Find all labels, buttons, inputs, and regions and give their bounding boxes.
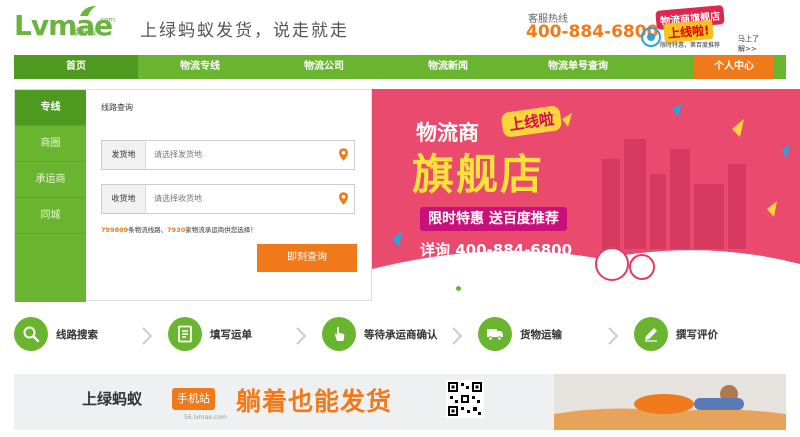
site-header: Lvmae .com 绿蚂蚁 上绿蚂蚁发货，说走就走 客服热线 400-884-… xyxy=(0,0,800,55)
tab-same-city[interactable]: 同城 xyxy=(15,198,86,234)
banner-phone: 详询 400-884-6800 xyxy=(420,241,573,259)
promo-banner[interactable]: 物流商 上线啦 旗舰店 限时特惠 送百度推荐 详询 400-884-6800 xyxy=(372,89,800,301)
origin-input[interactable] xyxy=(154,141,334,169)
promo-subtitle: 限时特惠，第百度推荐 xyxy=(660,42,721,49)
chevron-right-icon xyxy=(296,327,306,345)
step-circle xyxy=(322,317,356,351)
mobile-site-url: 56.lvmae.com xyxy=(184,414,227,421)
banner-person-photo xyxy=(554,374,786,430)
qr-code-icon[interactable] xyxy=(446,380,484,418)
nav-item-logistics-lines[interactable]: 物流专线 xyxy=(138,55,262,79)
mobile-banner-brand: 上绿蚂蚁 xyxy=(82,390,143,408)
carrier-count-text: 家物流承运商供您选择！ xyxy=(185,226,257,234)
location-pin-icon[interactable] xyxy=(339,148,348,161)
origin-label: 发货地 xyxy=(102,141,146,169)
nav-item-logistics-news[interactable]: 物流新闻 xyxy=(386,55,510,79)
search-icon xyxy=(23,326,40,343)
destination-label: 收货地 xyxy=(102,185,146,213)
chevron-right-icon xyxy=(608,327,618,345)
banner-headline: 旗舰店 xyxy=(412,150,545,199)
search-type-tabs: 专线 商圈 承运商 同城 xyxy=(15,90,86,302)
main-nav: 首页 物流专线 物流公司 物流新闻 物流单号查询 个人中心 xyxy=(14,55,786,79)
step-label: 撰写评价 xyxy=(676,329,718,341)
step-circle xyxy=(168,317,202,351)
tab-dedicated-line[interactable]: 专线 xyxy=(15,90,86,126)
location-pin-icon[interactable] xyxy=(339,192,348,205)
banner-subtitle: 限时特惠 送百度推荐 xyxy=(420,207,567,231)
step-circle xyxy=(14,317,48,351)
step-label: 填写运单 xyxy=(210,329,252,341)
mobile-site-banner[interactable]: 上绿蚂蚁 手机站 56.lvmae.com 躺着也能发货 xyxy=(14,374,786,430)
route-count-text: 条物流线路、 xyxy=(128,226,168,234)
mobile-site-badge: 手机站 xyxy=(172,388,215,410)
pencil-icon xyxy=(645,328,657,342)
hand-pointer-icon xyxy=(334,327,345,341)
chevron-right-icon xyxy=(452,327,462,345)
destination-input[interactable] xyxy=(154,185,334,213)
tab-business-circle[interactable]: 商圈 xyxy=(15,126,86,162)
tab-carrier[interactable]: 承运商 xyxy=(15,162,86,198)
step-label: 线路搜索 xyxy=(56,329,98,341)
nav-item-logistics-companies[interactable]: 物流公司 xyxy=(262,55,386,79)
slide-dot-1[interactable] xyxy=(456,286,461,291)
nav-item-tracking[interactable]: 物流单号查询 xyxy=(510,55,646,79)
search-button[interactable]: 即刻查询 xyxy=(257,244,357,272)
logo-text: Lvmae xyxy=(14,9,113,42)
route-count: 799809 xyxy=(101,226,129,234)
origin-field[interactable]: 发货地 xyxy=(101,140,355,170)
step-label: 货物运输 xyxy=(520,329,562,341)
promo-more-link[interactable]: 马上了解>> xyxy=(738,34,760,54)
step-circle xyxy=(634,317,668,351)
route-stats: 799809条物流线路、7930家物流承运商供您选择！ xyxy=(101,224,257,234)
document-icon xyxy=(178,325,192,343)
flagship-promo[interactable]: 物流商旗舰店 上线啦! 限时特惠，第百度推荐 马上了解>> xyxy=(640,4,760,53)
nav-item-personal-center[interactable]: 个人中心 xyxy=(694,55,774,79)
destination-field[interactable]: 收货地 xyxy=(101,184,355,214)
hotline-number: 400-884-6800 xyxy=(526,22,659,42)
step-circle xyxy=(478,317,512,351)
logo-subtitle: 绿蚂蚁 xyxy=(70,28,98,38)
mobile-banner-slogan: 躺着也能发货 xyxy=(236,387,393,416)
nav-item-home[interactable]: 首页 xyxy=(14,55,138,79)
process-steps: 线路搜索 填写运单 等待承运商确认 货物运输 撰写评价 xyxy=(14,315,786,357)
slide-dot-2[interactable] xyxy=(468,286,473,291)
logo-domain: .com xyxy=(98,16,116,24)
slide-dot-3[interactable] xyxy=(480,286,485,291)
slide-dot-5[interactable] xyxy=(504,286,509,291)
header-slogan: 上绿蚂蚁发货，说走就走 xyxy=(140,21,349,41)
route-search-title: 线路查询 xyxy=(101,103,133,112)
route-search-panel: 专线 商圈 承运商 同城 线路查询 发货地 收货地 799809条物流线路、79… xyxy=(14,89,372,302)
carrier-count: 7930 xyxy=(167,226,186,234)
step-label: 等待承运商确认 xyxy=(364,329,438,341)
truck-icon xyxy=(487,329,503,341)
slide-dot-4[interactable] xyxy=(492,286,497,291)
chevron-right-icon xyxy=(142,327,152,345)
